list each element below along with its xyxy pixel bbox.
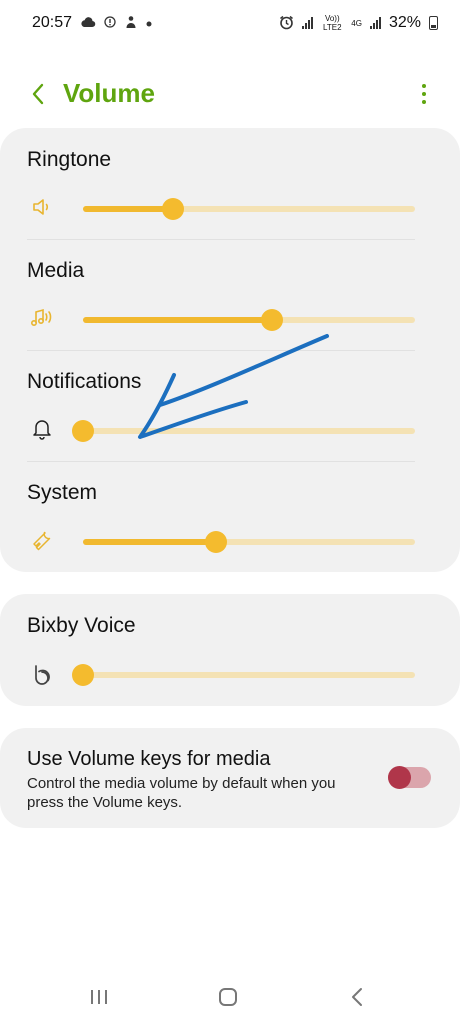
slider-thumb[interactable] (72, 420, 94, 442)
signal-icon (302, 17, 314, 29)
signal-icon (369, 17, 381, 29)
chevron-left-icon (32, 83, 44, 105)
slider-fill (83, 539, 216, 545)
system-slider[interactable] (83, 531, 415, 553)
slider-track (83, 672, 415, 678)
ringtone-label: Ringtone (27, 148, 112, 171)
home-icon (219, 988, 237, 1006)
slider-track (83, 428, 415, 434)
volume-keys-card[interactable]: Use Volume keys for media Control the me… (0, 728, 460, 828)
info-circle-icon (104, 16, 116, 30)
battery-icon (429, 16, 438, 30)
person-icon (124, 15, 138, 31)
volume-keys-toggle[interactable] (388, 766, 431, 789)
cloud-icon (80, 16, 96, 30)
alarm-icon (279, 15, 294, 32)
slider-fill (83, 206, 173, 212)
ringtone-slider[interactable] (83, 198, 415, 220)
system-row: System (0, 461, 460, 572)
notifications-slider[interactable] (72, 420, 415, 442)
slider-thumb[interactable] (161, 198, 184, 220)
bixby-row: Bixby Voice (0, 594, 460, 705)
media-label: Media (27, 259, 85, 282)
battery-percent: 32% (388, 14, 421, 31)
status-left: 20:57 (32, 14, 152, 32)
toggle-knob (388, 766, 411, 789)
more-dot (422, 84, 426, 88)
volume-card: Ringtone Media Notifications System (0, 128, 460, 572)
bixby-card: Bixby Voice (0, 594, 460, 706)
network-type-label: 4G (351, 18, 362, 28)
volume-keys-title: Use Volume keys for media (27, 748, 271, 770)
notifications-row: Notifications (0, 350, 460, 461)
more-dot (422, 100, 426, 104)
bixby-icon[interactable] (29, 662, 55, 688)
more-dot (422, 92, 426, 96)
status-right: Vo)) LTE2 4G 32% (279, 14, 438, 32)
status-bar: 20:57 Vo)) LTE2 4G 32% (0, 0, 460, 46)
back-nav-button[interactable] (341, 984, 373, 1010)
back-button[interactable] (22, 78, 54, 110)
page-title: Volume (63, 78, 155, 108)
wrench-icon[interactable] (29, 527, 55, 553)
speaker-icon[interactable] (29, 194, 55, 220)
system-label: System (27, 481, 98, 504)
status-time: 20:57 (32, 14, 73, 31)
music-note-icon[interactable] (29, 305, 55, 331)
volume-keys-description: Control the media volume by default when… (27, 775, 336, 811)
media-row: Media (0, 239, 460, 350)
home-button[interactable] (212, 984, 244, 1010)
more-options-button[interactable] (410, 78, 438, 110)
navigation-bar (0, 970, 460, 1024)
recent-apps-button[interactable] (83, 984, 115, 1010)
volte-label: Vo)) LTE2 (323, 14, 342, 32)
slider-fill (83, 317, 273, 323)
notifications-label: Notifications (27, 370, 142, 393)
bixby-slider[interactable] (72, 664, 415, 686)
slider-thumb[interactable] (204, 531, 227, 553)
media-slider[interactable] (83, 309, 415, 331)
slider-thumb[interactable] (261, 309, 284, 331)
bell-icon[interactable] (29, 416, 55, 442)
chevron-left-icon (352, 988, 362, 1006)
bixby-label: Bixby Voice (27, 614, 136, 637)
dot-icon (146, 17, 152, 29)
app-bar: Volume (0, 70, 460, 118)
ringtone-row: Ringtone (0, 128, 460, 239)
slider-thumb[interactable] (72, 664, 94, 686)
recent-apps-icon (91, 990, 107, 1004)
